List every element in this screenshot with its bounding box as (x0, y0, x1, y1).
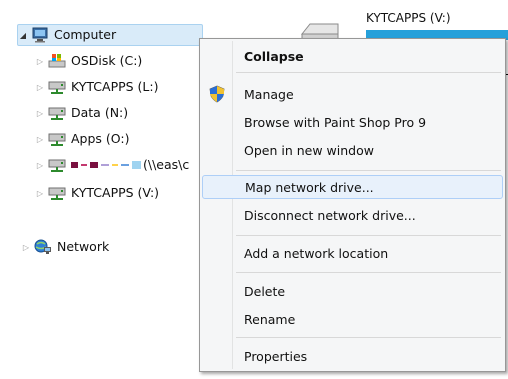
tree-item-redacted-share[interactable]: ▷ (\\eas\c (35, 154, 189, 176)
menu-item-label: Manage (244, 86, 294, 102)
tree-item-computer[interactable]: ◢ Computer (17, 24, 203, 46)
menu-item-map-network-drive[interactable]: Map network drive... (202, 175, 503, 199)
menu-item-label: Open in new window (244, 142, 374, 158)
menu-item-label: Properties (244, 348, 308, 364)
menu-separator (236, 235, 501, 236)
menu-item-browse-paint-shop[interactable]: Browse with Paint Shop Pro 9 (202, 110, 503, 134)
menu-item-label: Map network drive... (245, 179, 374, 195)
network-drive-icon (48, 79, 66, 95)
menu-item-rename[interactable]: Rename (202, 307, 503, 331)
expand-arrow-icon[interactable]: ▷ (35, 189, 45, 198)
tree-item-network[interactable]: ▷ Network (21, 236, 109, 258)
shield-icon (208, 85, 226, 103)
menu-item-properties[interactable]: Properties (202, 344, 503, 368)
network-drive-icon (48, 105, 66, 121)
expand-arrow-icon[interactable]: ▷ (35, 57, 45, 66)
expand-arrow-icon[interactable]: ▷ (35, 83, 45, 92)
tree-item-label: OSDisk (C:) (71, 53, 143, 68)
context-menu: Collapse Manage Browse with Paint Shop P… (199, 38, 506, 372)
tree-item-label: Computer (54, 27, 117, 42)
expand-arrow-icon[interactable]: ▷ (35, 109, 45, 118)
menu-item-label: Disconnect network drive... (244, 207, 416, 223)
menu-item-open-new-window[interactable]: Open in new window (202, 138, 503, 162)
computer-icon (31, 27, 49, 43)
redacted-name (71, 161, 141, 169)
tree-item-kytcapps-v[interactable]: ▷ KYTCAPPS (V:) (35, 182, 159, 204)
menu-item-label: Collapse (244, 48, 304, 64)
tree-item-label: Apps (O:) (71, 131, 130, 146)
menu-item-label: Delete (244, 283, 286, 299)
drive-title[interactable]: KYTCAPPS (V:) (366, 11, 451, 25)
tree-item-data-n[interactable]: ▷ Data (N:) (35, 102, 128, 124)
network-icon (34, 239, 52, 255)
menu-item-manage[interactable]: Manage (202, 82, 503, 106)
menu-item-disconnect-network-drive[interactable]: Disconnect network drive... (202, 203, 503, 227)
network-drive-icon (48, 131, 66, 147)
tree-item-label: Network (57, 239, 110, 254)
menu-item-label: Add a network location (244, 245, 389, 261)
tree-item-osdisk[interactable]: ▷ OSDisk (C:) (35, 50, 142, 72)
expand-arrow-icon[interactable]: ▷ (35, 135, 45, 144)
windows-drive-icon (48, 53, 66, 69)
menu-separator (236, 170, 501, 171)
tree-item-kytcapps-l[interactable]: ▷ KYTCAPPS (L:) (35, 76, 158, 98)
menu-item-label: Rename (244, 311, 296, 327)
tree-item-apps-o[interactable]: ▷ Apps (O:) (35, 128, 130, 150)
network-drive-icon (48, 157, 66, 173)
menu-item-add-network-location[interactable]: Add a network location (202, 241, 503, 265)
menu-separator (236, 337, 501, 338)
menu-item-collapse[interactable]: Collapse (202, 44, 503, 68)
tree-item-label: KYTCAPPS (V:) (71, 185, 160, 200)
collapse-arrow-icon[interactable]: ◢ (18, 31, 28, 40)
menu-separator (236, 272, 501, 273)
tree-item-label: KYTCAPPS (L:) (71, 79, 159, 94)
menu-separator (236, 72, 501, 73)
tree-item-label: (\\eas\c (143, 157, 190, 172)
menu-item-delete[interactable]: Delete (202, 279, 503, 303)
tree-item-label: Data (N:) (71, 105, 129, 120)
expand-arrow-icon[interactable]: ▷ (35, 161, 45, 170)
expand-arrow-icon[interactable]: ▷ (21, 243, 31, 252)
network-drive-icon (48, 185, 66, 201)
menu-item-label: Browse with Paint Shop Pro 9 (244, 114, 427, 130)
